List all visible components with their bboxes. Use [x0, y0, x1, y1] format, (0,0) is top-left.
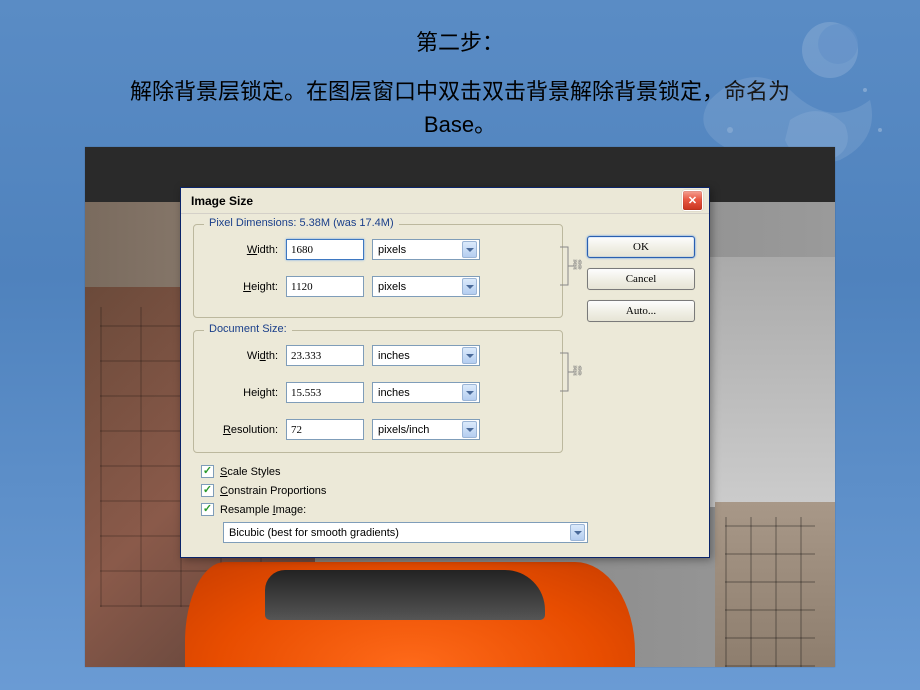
- constrain-link-icon: ⛓: [558, 349, 576, 395]
- dropdown-button[interactable]: [462, 421, 477, 438]
- chevron-down-icon: [466, 391, 474, 395]
- checkmark-icon: ✓: [203, 504, 212, 515]
- doc-height-input[interactable]: [286, 382, 364, 403]
- px-width-unit-select[interactable]: pixels: [372, 239, 480, 260]
- chevron-down-icon: [466, 354, 474, 358]
- px-width-unit-value: pixels: [378, 244, 406, 256]
- resample-checkbox-row[interactable]: ✓ Resample Image:: [201, 503, 697, 516]
- px-width-input[interactable]: [286, 239, 364, 260]
- cancel-button[interactable]: Cancel: [587, 268, 695, 290]
- doc-height-unit-select[interactable]: inches: [372, 382, 480, 403]
- constrain-link-icon: ⛓: [558, 243, 576, 289]
- dropdown-button[interactable]: [462, 278, 477, 295]
- px-height-label: Height:: [206, 281, 278, 293]
- scale-styles-label: Scale Styles: [220, 466, 281, 478]
- close-button[interactable]: ✕: [682, 190, 703, 211]
- close-icon: ✕: [688, 194, 697, 207]
- photo-building-right: [715, 502, 835, 667]
- doc-width-unit-value: inches: [378, 350, 410, 362]
- dropdown-button[interactable]: [462, 241, 477, 258]
- resolution-unit-value: pixels/inch: [378, 424, 429, 436]
- dropdown-button[interactable]: [462, 347, 477, 364]
- dialog-title: Image Size: [187, 194, 682, 208]
- document-size-fieldset: Document Size: Width: inches Height:: [193, 330, 563, 453]
- doc-width-input[interactable]: [286, 345, 364, 366]
- doc-height-unit-value: inches: [378, 387, 410, 399]
- scale-styles-checkbox-row[interactable]: ✓ Scale Styles: [201, 465, 697, 478]
- screenshot-container: Image Size ✕ OK Cancel Auto... Pixel Dim…: [85, 147, 835, 667]
- dialog-titlebar[interactable]: Image Size ✕: [181, 188, 709, 214]
- slide-header: 第二步： 解除背景层锁定。在图层窗口中双击双击背景解除背景锁定，命名为Base。: [0, 0, 920, 141]
- px-height-input[interactable]: [286, 276, 364, 297]
- scale-styles-checkbox[interactable]: ✓: [201, 465, 214, 478]
- chevron-down-icon: [466, 428, 474, 432]
- px-height-unit-select[interactable]: pixels: [372, 276, 480, 297]
- doc-width-label: Width:: [206, 350, 278, 362]
- ok-button[interactable]: OK: [587, 236, 695, 258]
- checkmark-icon: ✓: [203, 485, 212, 496]
- chevron-down-icon: [466, 285, 474, 289]
- resample-method-value: Bicubic (best for smooth gradients): [229, 527, 399, 539]
- dialog-body: OK Cancel Auto... Pixel Dimensions: 5.38…: [181, 214, 709, 557]
- resample-method-select[interactable]: Bicubic (best for smooth gradients): [223, 522, 588, 543]
- dropdown-button[interactable]: [462, 384, 477, 401]
- checkmark-icon: ✓: [203, 466, 212, 477]
- chevron-down-icon: [466, 248, 474, 252]
- constrain-checkbox-row[interactable]: ✓ Constrain Proportions: [201, 484, 697, 497]
- step-description: 解除背景层锁定。在图层窗口中双击双击背景解除背景锁定，命名为Base。: [100, 75, 820, 141]
- constrain-checkbox[interactable]: ✓: [201, 484, 214, 497]
- photo-car: [185, 562, 635, 667]
- resample-checkbox[interactable]: ✓: [201, 503, 214, 516]
- px-height-unit-value: pixels: [378, 281, 406, 293]
- pixel-dimensions-fieldset: Pixel Dimensions: 5.38M (was 17.4M) Widt…: [193, 224, 563, 318]
- pixel-dimensions-legend: Pixel Dimensions: 5.38M (was 17.4M): [204, 217, 399, 229]
- constrain-label: Constrain Proportions: [220, 485, 326, 497]
- resample-label: Resample Image:: [220, 504, 306, 516]
- document-size-legend: Document Size:: [204, 323, 292, 335]
- px-width-label: Width:: [206, 244, 278, 256]
- image-size-dialog: Image Size ✕ OK Cancel Auto... Pixel Dim…: [180, 187, 710, 558]
- auto-button[interactable]: Auto...: [587, 300, 695, 322]
- dropdown-button[interactable]: [570, 524, 585, 541]
- resolution-unit-select[interactable]: pixels/inch: [372, 419, 480, 440]
- resolution-input[interactable]: [286, 419, 364, 440]
- dialog-side-buttons: OK Cancel Auto...: [587, 236, 695, 322]
- doc-height-label: Height:: [206, 387, 278, 399]
- chevron-down-icon: [574, 531, 582, 535]
- resolution-label: Resolution:: [206, 424, 278, 436]
- step-title: 第二步：: [0, 25, 920, 57]
- doc-width-unit-select[interactable]: inches: [372, 345, 480, 366]
